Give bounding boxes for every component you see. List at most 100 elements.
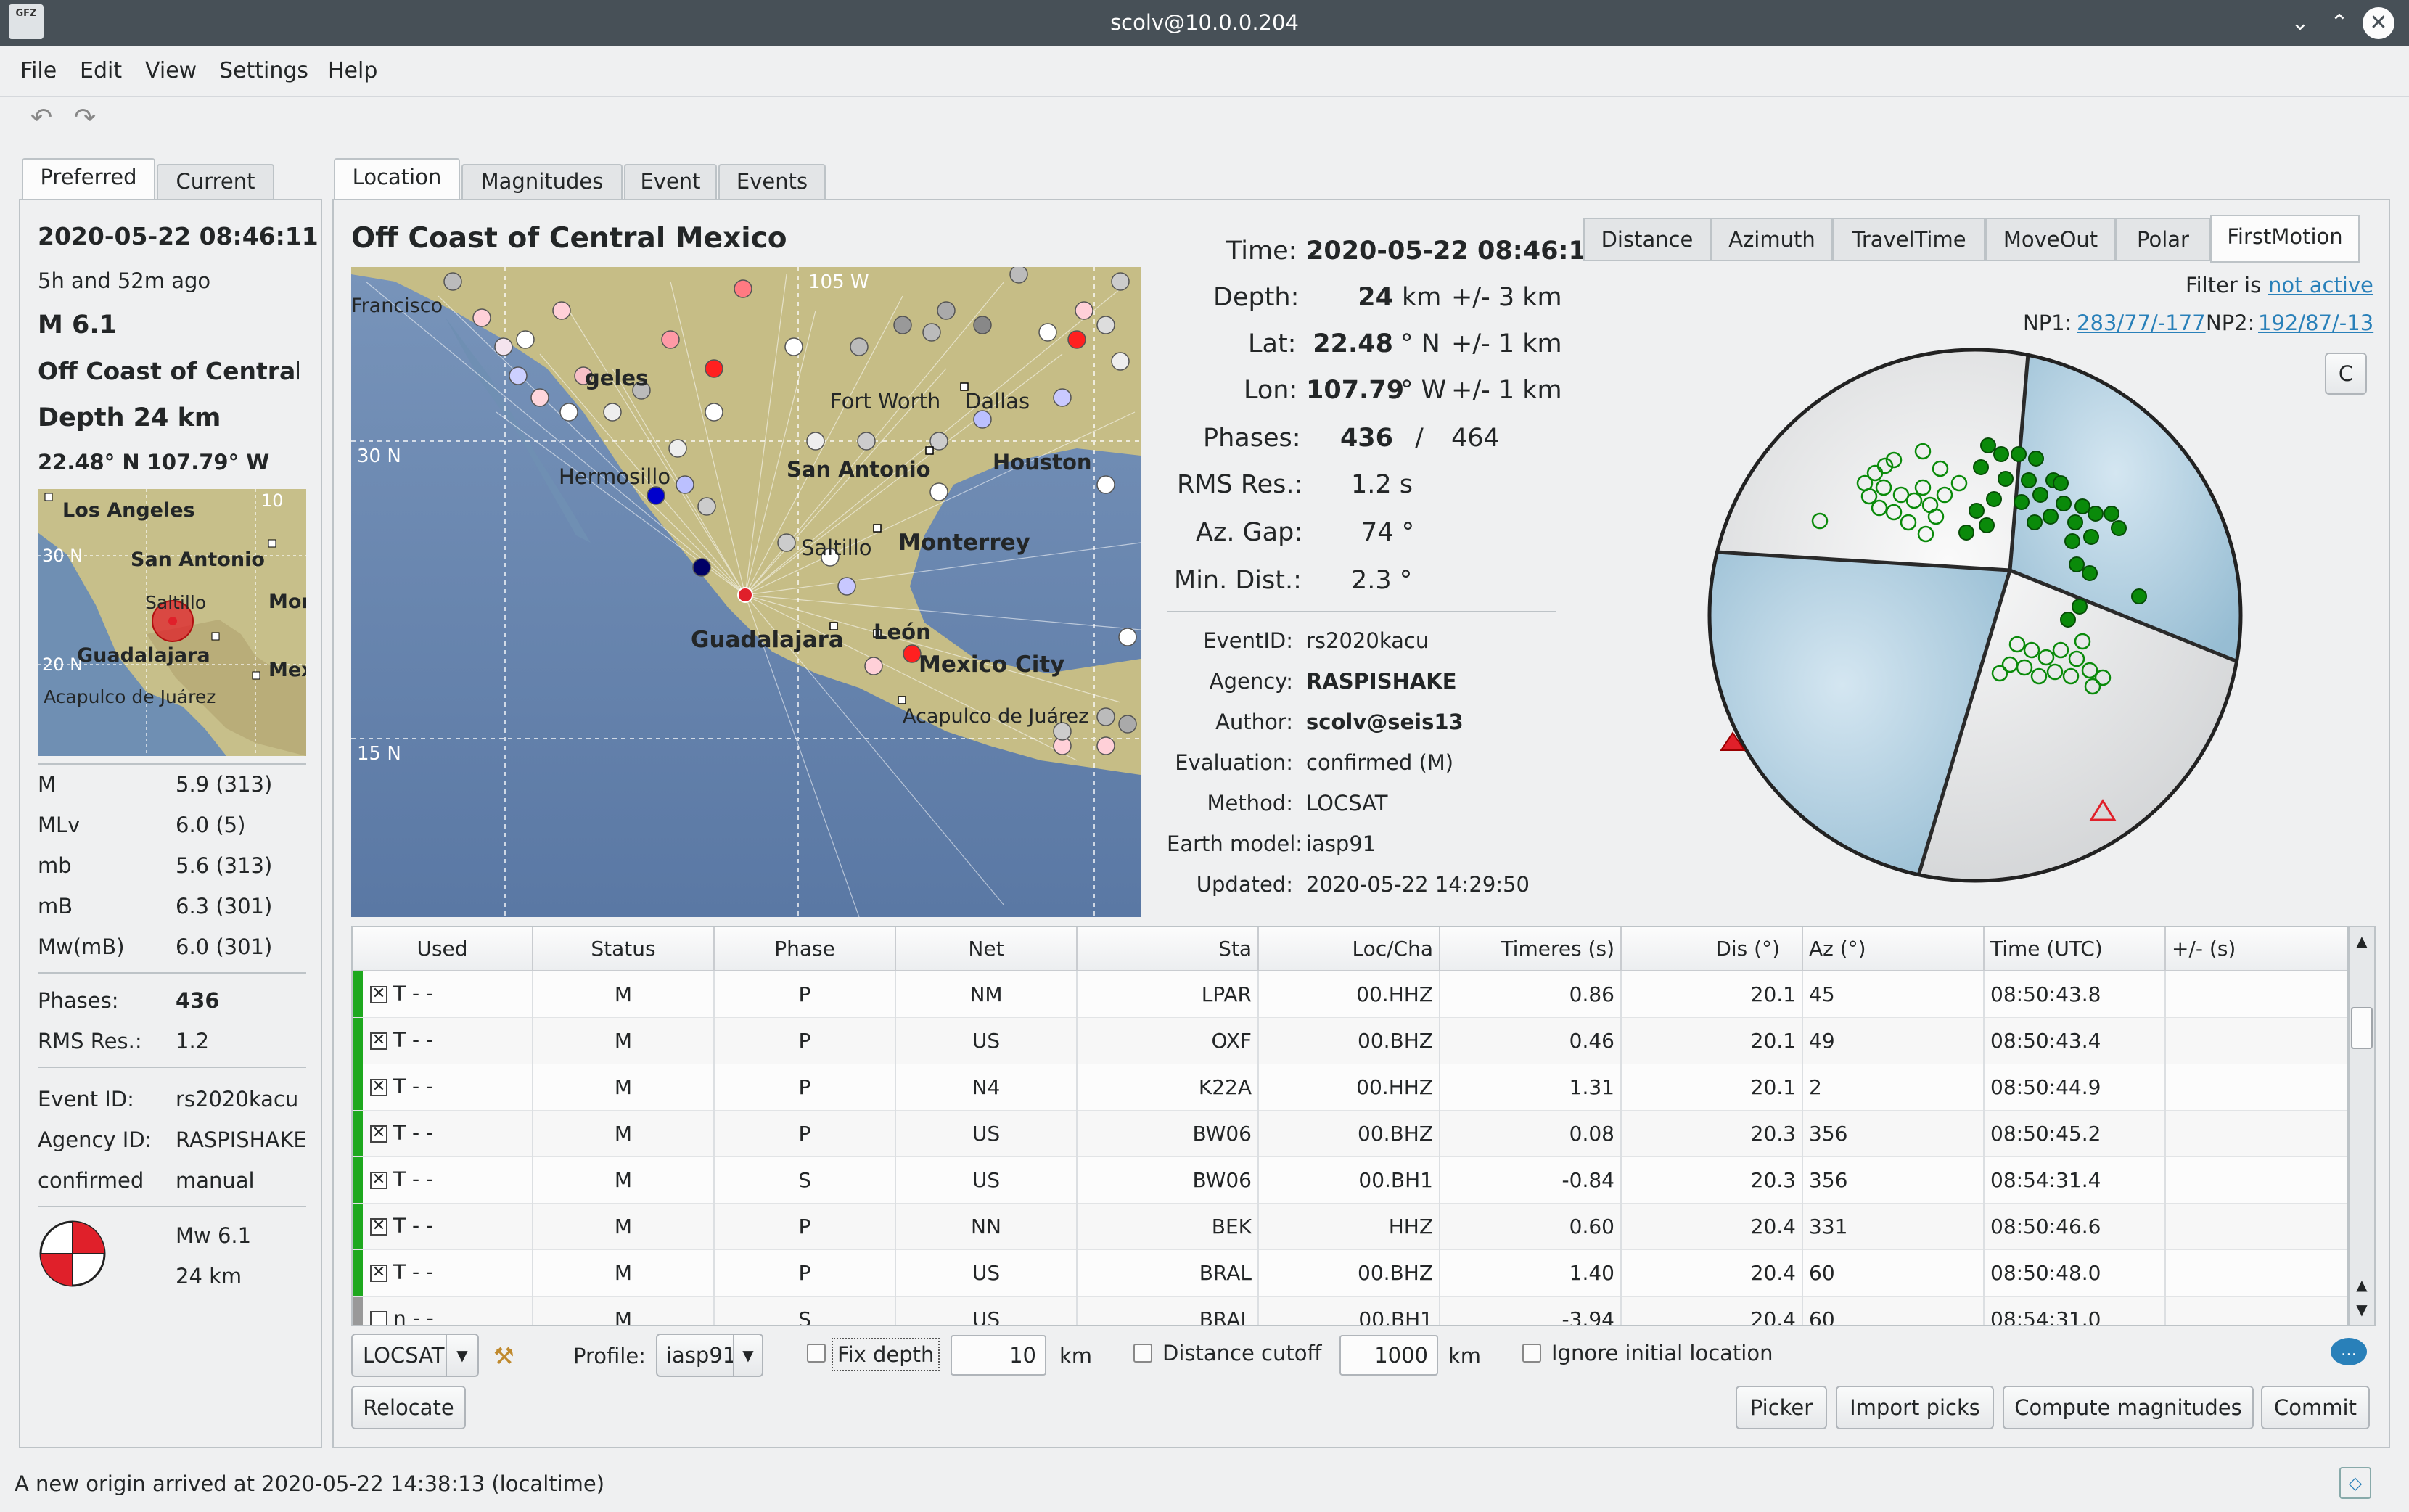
dropdown-arrow-icon[interactable]: ▼ (446, 1335, 477, 1376)
distance-cutoff-input[interactable]: 1000 (1339, 1335, 1438, 1376)
tab-traveltime[interactable]: TravelTime (1833, 218, 1985, 261)
tab-distance[interactable]: Distance (1583, 218, 1711, 261)
used-cell[interactable]: ✕ T - - (353, 1156, 533, 1204)
maximize-icon[interactable]: ⌃ (2323, 7, 2355, 39)
back-icon[interactable]: ↶ (30, 103, 52, 133)
phases-label: Phases: (38, 988, 119, 1013)
table-row[interactable]: ✕ T - - M S US BW06 00.BH1 -0.84 20.3 356 08:54:31… (353, 1156, 2347, 1204)
picker-button[interactable]: Picker (1736, 1386, 1827, 1429)
tab-location[interactable]: Location (334, 158, 460, 200)
summary-map[interactable]: Los Angeles San Antonio Saltillo Mon 30 … (38, 489, 306, 756)
phase-table[interactable]: Used Status Phase Net Sta Loc/Cha Timere… (351, 926, 2348, 1326)
agency-label: Agency ID: (38, 1127, 152, 1152)
close-icon[interactable]: ✕ (2363, 7, 2394, 39)
col-net[interactable]: Net (895, 927, 1078, 971)
phases-value: 436 (176, 988, 220, 1013)
gap-value: 74 ° (1361, 518, 1415, 547)
col-sta[interactable]: Sta (1077, 927, 1259, 971)
col-used[interactable]: Used (353, 927, 533, 971)
np2-link[interactable]: 192/87/-13 (2258, 311, 2373, 335)
filter-link[interactable]: not active (2268, 273, 2373, 297)
scroll-down-icon[interactable]: ▼ (2350, 1297, 2374, 1322)
scroll-up-icon[interactable]: ▲ (2350, 929, 2374, 953)
lat-value: 22.48 (1313, 329, 1393, 358)
used-checkbox[interactable] (370, 1310, 387, 1325)
pick-status-indicator (353, 1111, 363, 1156)
table-row[interactable]: n - - M S US BRAL 00.BH1 -3.94 20.4 60 08:54:31.0 (353, 1296, 2347, 1325)
used-checkbox[interactable]: ✕ (370, 1264, 387, 1282)
focal-mechanism-plot[interactable] (1705, 345, 2245, 885)
ignore-initial-checkbox[interactable] (1522, 1344, 1541, 1363)
menu-file[interactable]: File (20, 58, 57, 83)
table-row[interactable]: ✕ T - - M P N4 K22A 00.HHZ 1.31 20.1 2 08:50:44.9 (353, 1064, 2347, 1111)
location-map[interactable]: Francisco 105 W geles Fort Worth Dallas … (351, 267, 1141, 917)
table-row[interactable]: ✕ T - - M P US BRAL 00.BHZ 1.40 20.4 60 08:50:48.0 (353, 1249, 2347, 1297)
ignore-initial-label[interactable]: Ignore initial location (1551, 1341, 1773, 1365)
used-checkbox[interactable]: ✕ (370, 1125, 387, 1143)
col-status[interactable]: Status (533, 927, 715, 971)
relocate-button[interactable]: Relocate (351, 1386, 466, 1429)
menu-help[interactable]: Help (328, 58, 377, 83)
np1-link[interactable]: 283/77/-177 (2077, 311, 2206, 335)
forward-icon[interactable]: ↷ (74, 103, 96, 133)
table-scrollbar[interactable]: ▲ ▲ ▼ (2348, 926, 2376, 1326)
tab-magnitudes[interactable]: Magnitudes (461, 164, 623, 199)
col-distance[interactable]: Dis (°) (1621, 927, 1803, 971)
table-row[interactable]: ✕ T - - M P NN BEK HHZ 0.60 20.4 331 08:50:46.6 (353, 1203, 2347, 1250)
used-cell[interactable]: ✕ T - - (353, 1110, 533, 1157)
scrollbar-thumb[interactable] (2351, 1007, 2373, 1049)
table-row[interactable]: ✕ T - - M P US OXF 00.BHZ 0.46 20.1 49 08:50:43.4 (353, 1017, 2347, 1064)
col-loc-cha[interactable]: Loc/Cha (1258, 927, 1440, 971)
tab-preferred[interactable]: Preferred (22, 158, 155, 200)
menu-view[interactable]: View (145, 58, 197, 83)
tab-events[interactable]: Events (718, 164, 826, 199)
distance-cutoff-label[interactable]: Distance cutoff (1162, 1341, 1321, 1365)
scroll-up-icon[interactable]: ▲ (2350, 1273, 2374, 1297)
distance-cutoff-checkbox[interactable] (1133, 1344, 1152, 1363)
wrench-icon[interactable]: ⚒ (493, 1342, 514, 1370)
tab-moveout[interactable]: MoveOut (1985, 218, 2116, 261)
tab-polar[interactable]: Polar (2116, 218, 2210, 261)
tab-azimuth[interactable]: Azimuth (1711, 218, 1833, 261)
used-checkbox[interactable]: ✕ (370, 1078, 387, 1096)
time-label: Time: (1226, 237, 1297, 266)
used-cell[interactable]: ✕ T - - (353, 971, 533, 1018)
used-checkbox[interactable]: ✕ (370, 985, 387, 1003)
fix-depth-label[interactable]: Fix depth (832, 1338, 940, 1371)
used-cell[interactable]: ✕ T - - (353, 1203, 533, 1250)
cell-net: US (895, 1110, 1078, 1157)
commit-button[interactable]: Commit (2261, 1386, 2370, 1429)
tab-current[interactable]: Current (157, 164, 274, 199)
col-azimuth[interactable]: Az (°) (1802, 927, 1985, 971)
import-picks-button[interactable]: Import picks (1836, 1386, 1994, 1429)
dropdown-arrow-icon[interactable]: ▼ (733, 1335, 762, 1376)
used-checkbox[interactable]: ✕ (370, 1032, 387, 1050)
compute-magnitudes-button[interactable]: Compute magnitudes (2003, 1386, 2254, 1429)
menu-edit[interactable]: Edit (80, 58, 122, 83)
fix-depth-input[interactable]: 10 (951, 1335, 1046, 1376)
used-checkbox[interactable]: ✕ (370, 1217, 387, 1236)
fix-depth-checkbox[interactable] (807, 1344, 826, 1363)
col-timeres[interactable]: Timeres (s) (1440, 927, 1622, 971)
menu-settings[interactable]: Settings (219, 58, 308, 83)
used-cell[interactable]: ✕ T - - (353, 1064, 533, 1111)
used-cell[interactable]: n - - (353, 1296, 533, 1325)
col-uncertainty[interactable]: +/- (s) (2165, 927, 2347, 971)
cell-time: 08:54:31.4 (1984, 1156, 2166, 1204)
table-row[interactable]: ✕ T - - M P US BW06 00.BHZ 0.08 20.3 356 08:50:45.… (353, 1110, 2347, 1157)
cell-az: 60 (1802, 1296, 1985, 1325)
lon-unit: ° W (1400, 376, 1447, 405)
used-cell[interactable]: ✕ T - - (353, 1017, 533, 1064)
tab-firstmotion[interactable]: FirstMotion (2210, 215, 2360, 263)
connection-status-icon[interactable]: ◇ (2339, 1467, 2371, 1499)
minimize-icon[interactable]: ⌄ (2284, 7, 2316, 39)
corner-button[interactable]: C (2325, 353, 2367, 395)
table-row[interactable]: ✕ T - - M P NM LPAR 00.HHZ 0.86 20.1 45 08:50:43.8 (353, 971, 2347, 1018)
col-phase[interactable]: Phase (714, 927, 896, 971)
used-cell[interactable]: ✕ T - - (353, 1249, 533, 1297)
col-time[interactable]: Time (UTC) (1984, 927, 2166, 971)
chat-icon[interactable]: … (2331, 1338, 2367, 1365)
mag-value: 6.0 (5) (176, 813, 246, 837)
tab-event[interactable]: Event (624, 164, 717, 199)
used-checkbox[interactable]: ✕ (370, 1171, 387, 1189)
